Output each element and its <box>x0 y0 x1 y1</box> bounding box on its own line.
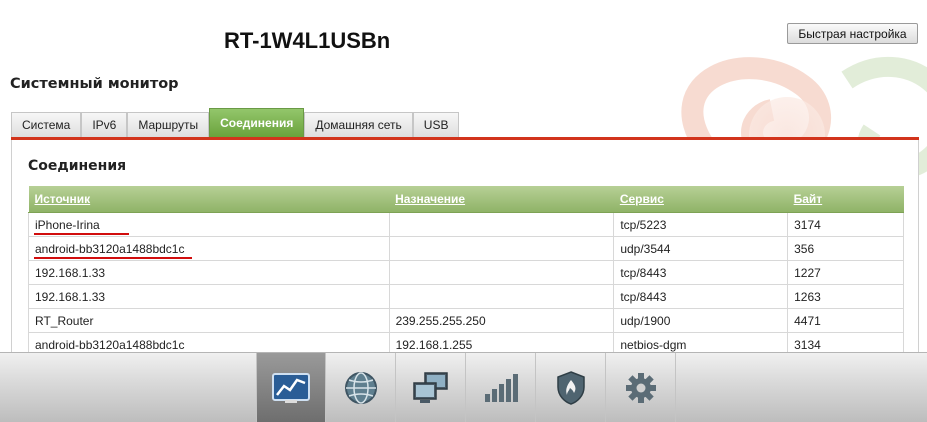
dock-item-home-network[interactable] <box>396 353 466 422</box>
page-title: Системный монитор <box>10 76 179 92</box>
signal-bars-icon <box>484 373 518 402</box>
dock-item-settings[interactable] <box>606 353 676 422</box>
shield-icon <box>556 370 585 405</box>
globe-icon <box>344 371 377 404</box>
service-cell: udp/1900 <box>613 308 789 333</box>
destination-cell <box>388 212 615 237</box>
service-cell: tcp/8443 <box>613 284 789 309</box>
dock-item-internet[interactable] <box>326 353 396 422</box>
service-cell: tcp/8443 <box>613 260 789 285</box>
bytes-cell: 4471 <box>787 308 904 333</box>
dock-item-wifi[interactable] <box>466 353 536 422</box>
tab-usb[interactable]: USB <box>412 112 460 137</box>
table-header-row: Источник Назначение Сервис Байт <box>28 186 904 213</box>
connections-table: Источник Назначение Сервис Байт iPhone-I… <box>28 186 904 357</box>
bytes-cell: 1227 <box>787 260 904 285</box>
bottom-navigation-dock <box>0 352 927 422</box>
table-row: android-bb3120a1488bdc1c udp/3544 356 <box>28 236 904 261</box>
column-header-source[interactable]: Источник <box>28 186 390 213</box>
tab-connections[interactable]: Соединения <box>209 108 305 137</box>
red-underline-annotation <box>34 233 129 235</box>
destination-cell <box>388 284 615 309</box>
service-cell: tcp/5223 <box>613 212 789 237</box>
service-cell: udp/3544 <box>613 236 789 261</box>
section-title: Соединения <box>28 158 127 174</box>
tab-home-network[interactable]: Домашняя сеть <box>304 112 413 137</box>
bytes-cell: 1263 <box>787 284 904 309</box>
dock-item-security[interactable] <box>536 353 606 422</box>
source-cell: android-bb3120a1488bdc1c <box>35 241 185 256</box>
table-row: 192.168.1.33 tcp/8443 1227 <box>28 260 904 285</box>
tab-ipv6[interactable]: IPv6 <box>81 112 128 137</box>
dock-item-system-monitor[interactable] <box>256 353 326 422</box>
tab-routes[interactable]: Маршруты <box>127 112 210 137</box>
connections-panel: Соединения Источник Назначение Сервис Ба… <box>11 140 919 370</box>
destination-cell: 239.255.255.250 <box>388 308 615 333</box>
tab-bar: Система IPv6 Маршруты Соединения Домашня… <box>11 108 460 137</box>
source-cell: iPhone-Irina <box>35 217 100 232</box>
bytes-cell: 3174 <box>787 212 904 237</box>
source-cell: 192.168.1.33 <box>28 260 390 285</box>
red-underline-annotation <box>34 257 192 259</box>
bytes-cell: 356 <box>787 236 904 261</box>
table-row: 192.168.1.33 tcp/8443 1263 <box>28 284 904 309</box>
computers-icon <box>412 371 448 403</box>
product-title: RT-1W4L1USBn <box>224 28 391 53</box>
monitor-chart-icon <box>272 372 310 403</box>
tab-system[interactable]: Система <box>11 112 82 137</box>
column-header-service[interactable]: Сервис <box>613 186 788 213</box>
source-cell: 192.168.1.33 <box>28 284 390 309</box>
source-cell: RT_Router <box>28 308 390 333</box>
table-row: RT_Router 239.255.255.250 udp/1900 4471 <box>28 308 904 333</box>
column-header-bytes[interactable]: Байт <box>787 186 904 213</box>
destination-cell <box>388 236 615 261</box>
column-header-destination[interactable]: Назначение <box>389 186 614 213</box>
gear-icon <box>625 372 656 403</box>
destination-cell <box>388 260 615 285</box>
quick-setup-button[interactable]: Быстрая настройка <box>787 23 918 44</box>
table-row: iPhone-Irina tcp/5223 3174 <box>28 212 904 237</box>
